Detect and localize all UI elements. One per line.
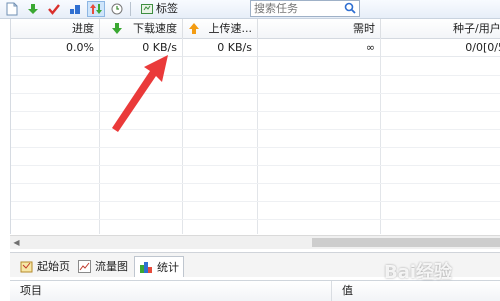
tab-start-page[interactable]: 起始页 (16, 257, 74, 276)
row-divider (11, 201, 500, 202)
schedule-icon[interactable] (108, 1, 126, 17)
row-divider (11, 147, 500, 148)
column-divider (182, 38, 183, 234)
check-icon[interactable] (45, 1, 63, 17)
cell-progress: 0.0% (66, 41, 94, 54)
col-header-upload-speed[interactable]: 上传速... (183, 19, 258, 38)
statistics-icon (140, 261, 152, 273)
toolbar-separator (130, 2, 131, 16)
cell-upload-speed: 0 KB/s (217, 41, 252, 54)
tab-statistics[interactable]: 统计 (134, 256, 184, 277)
upload-arrow-icon (189, 23, 199, 34)
traffic-graph-icon (78, 260, 91, 273)
task-list-header: 进度 下载速度 上传速... 需时 种子/用户[ (11, 19, 500, 39)
col-header-seeds-peers[interactable]: 种子/用户[ (381, 19, 500, 38)
row-divider (11, 165, 500, 166)
column-divider (380, 38, 381, 234)
upload-download-icon[interactable] (87, 1, 105, 17)
row-divider (11, 129, 500, 130)
tag-label: 标签 (156, 2, 178, 15)
table-row[interactable]: 0.0% 0 KB/s 0 KB/s ∞ 0/0[0/5 (11, 39, 500, 57)
row-divider (11, 75, 500, 76)
start-page-icon (20, 261, 33, 273)
cell-download-speed: 0 KB/s (142, 41, 177, 54)
row-divider (11, 183, 500, 184)
cell-seeds-peers: 0/0[0/5 (465, 41, 500, 54)
col-header-download-speed[interactable]: 下载速度 (100, 19, 183, 38)
horizontal-scrollbar[interactable]: ◀ (10, 235, 500, 249)
search-icon[interactable] (344, 2, 356, 14)
col-header-progress[interactable]: 进度 (11, 19, 100, 38)
tab-traffic-graph[interactable]: 流量图 (74, 257, 132, 276)
col-header-item[interactable]: 项目 (10, 281, 332, 301)
search-box[interactable] (250, 0, 360, 17)
search-input[interactable] (251, 1, 344, 16)
priority-icon[interactable] (66, 1, 84, 17)
column-divider (257, 38, 258, 234)
cell-eta: ∞ (365, 41, 375, 54)
scroll-thumb[interactable] (312, 238, 500, 247)
row-divider (11, 111, 500, 112)
download-arrow-icon (112, 23, 122, 34)
task-list[interactable]: 进度 下载速度 上传速... 需时 种子/用户[ 0.0% 0 KB/s 0 K… (10, 19, 500, 234)
row-divider (11, 93, 500, 94)
download-icon[interactable] (24, 1, 42, 17)
col-header-eta[interactable]: 需时 (258, 19, 381, 38)
scroll-left-arrow-icon[interactable]: ◀ (10, 236, 23, 249)
row-divider (11, 219, 500, 220)
tag-button[interactable]: 标签 (137, 1, 182, 17)
tag-icon (141, 4, 153, 14)
column-divider (99, 38, 100, 234)
scroll-track[interactable] (26, 238, 306, 247)
new-task-icon[interactable] (3, 1, 21, 17)
watermark-logo: Bai经验 (384, 262, 453, 283)
